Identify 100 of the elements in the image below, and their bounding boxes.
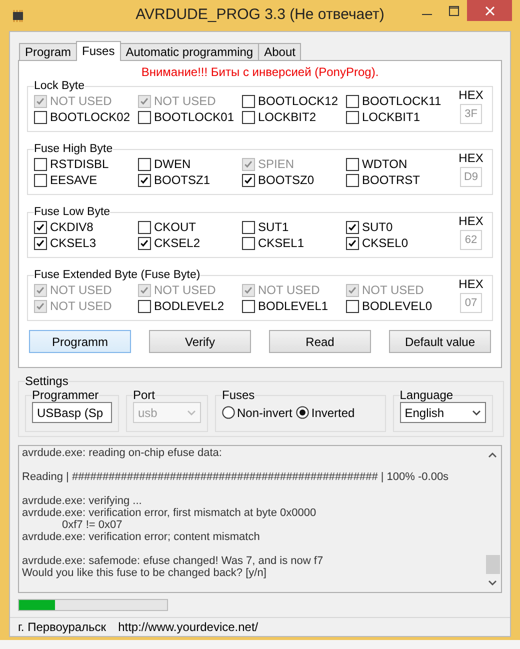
checkbox-label: BOOTLOCK01: [154, 110, 234, 124]
field-label: Programmer: [32, 388, 99, 402]
checkbox[interactable]: [346, 236, 359, 250]
checkbox[interactable]: [138, 110, 151, 124]
checkbox-label: CKDIV8: [50, 220, 94, 234]
checkbox[interactable]: [346, 220, 359, 234]
action-button[interactable]: Verify: [149, 330, 251, 353]
checkbox-label: CKSEL0: [362, 236, 408, 250]
dropdown[interactable]: USBasp (Sp: [32, 402, 112, 423]
checkbox[interactable]: [346, 158, 359, 170]
checkbox-label: CKSEL3: [50, 236, 96, 250]
checkbox[interactable]: [138, 174, 151, 186]
tab[interactable]: About: [258, 43, 302, 60]
field-label: Language: [400, 388, 454, 402]
checkbox[interactable]: [346, 110, 359, 124]
checkbox[interactable]: [34, 236, 47, 250]
checkbox-label: SUT1: [258, 220, 289, 234]
checkbox-label: BOOTSZ0: [258, 173, 314, 187]
hex-label: HEX: [458, 214, 484, 228]
checkbox[interactable]: [34, 174, 47, 186]
radio-label: Non-invert: [237, 406, 292, 420]
radio-label: Inverted: [311, 406, 355, 420]
checkbox-label: BOOTLOCK11: [362, 94, 442, 108]
checkbox-label: LOCKBIT1: [362, 110, 420, 124]
checkbox[interactable]: [242, 174, 255, 186]
checkbox[interactable]: [34, 158, 47, 170]
action-button[interactable]: Programm: [29, 330, 131, 353]
checkbox[interactable]: [138, 236, 151, 250]
maximize-icon: [448, 6, 458, 16]
checkbox[interactable]: [138, 158, 151, 170]
dropdown[interactable]: English: [400, 402, 486, 423]
checkbox[interactable]: [242, 236, 255, 250]
tab[interactable]: Fuses: [76, 41, 121, 61]
action-button[interactable]: Default value: [389, 330, 491, 353]
website-link[interactable]: http://www.yourdevice.net/: [118, 620, 258, 634]
checkbox-label: BODLEVEL0: [362, 299, 432, 313]
group-title: Fuse Low Byte: [34, 206, 110, 218]
log-line: avrdude.exe: verification error; content mismatch: [22, 531, 260, 543]
checkbox[interactable]: [242, 300, 255, 312]
checkbox-label: LOCKBIT2: [258, 110, 316, 124]
hex-label: HEX: [458, 88, 484, 102]
city-text: г. Первоуральск: [18, 620, 106, 634]
group-title: Fuse Extended Byte (Fuse Byte): [34, 269, 200, 281]
checkbox[interactable]: [242, 220, 255, 234]
checkbox[interactable]: [34, 220, 47, 234]
close-icon: [484, 6, 494, 16]
action-button[interactable]: Read: [269, 330, 371, 353]
field-label: Fuses: [222, 388, 255, 402]
checkbox-label: CKSEL2: [154, 236, 200, 250]
checkbox[interactable]: [346, 174, 359, 186]
scroll-thumb[interactable]: [486, 555, 500, 574]
checkbox[interactable]: [138, 300, 151, 312]
checkbox-label: NOT USED: [50, 283, 112, 297]
checkbox[interactable]: [242, 94, 255, 108]
checkbox-label: BOOTLOCK12: [258, 94, 338, 108]
checkbox-label: BODLEVEL2: [154, 299, 224, 313]
log-line: Would you like this fuse to be changed back? [y/n]: [22, 567, 266, 579]
checkbox-label: BOOTRST: [362, 173, 420, 187]
group-title: Settings: [25, 374, 68, 388]
checkbox-label: DWEN: [154, 157, 191, 171]
checkbox-label: SPIEN: [258, 157, 294, 171]
chip-icon: [10, 8, 26, 24]
checkbox-label: NOT USED: [362, 283, 424, 297]
checkbox-label: CKSEL1: [258, 236, 304, 250]
warning-text: Внимание!!! Биты с инверсией (PonyProg).: [141, 65, 379, 79]
checkbox-label: NOT USED: [50, 299, 112, 313]
chevron-down-icon[interactable]: [488, 580, 497, 586]
radio-button[interactable]: [296, 406, 310, 419]
chevron-down-icon: [472, 410, 481, 416]
checkbox-label: NOT USED: [50, 94, 112, 108]
window-title: AVRDUDE_PROG 3.3 (Не отвечает): [136, 6, 384, 23]
hex-label: HEX: [458, 277, 484, 291]
field-label: Port: [133, 388, 156, 402]
log-line: avrdude.exe: verification error, first mismatch at byte 0x0000: [22, 507, 316, 519]
checkbox-label: BOOTLOCK02: [50, 110, 130, 124]
checkbox-label: NOT USED: [258, 283, 320, 297]
checkbox-label: SUT0: [362, 220, 393, 234]
chevron-up-icon[interactable]: [488, 452, 497, 458]
checkbox-label: NOT USED: [154, 94, 216, 108]
radio-button[interactable]: [222, 406, 235, 419]
checkbox[interactable]: [346, 300, 359, 312]
checkbox[interactable]: [138, 220, 151, 234]
checkbox-label: CKOUT: [154, 220, 196, 234]
log-line: 0xf7 != 0x07: [62, 519, 122, 531]
log-line: avrdude.exe: reading on-chip efuse data:: [22, 447, 222, 459]
checkbox-label: NOT USED: [154, 283, 216, 297]
checkbox[interactable]: [346, 94, 359, 108]
checkbox-label: RSTDISBL: [50, 157, 109, 171]
checkbox-label: EESAVE: [50, 173, 98, 187]
tab[interactable]: Automatic programming: [120, 43, 260, 60]
checkbox[interactable]: [34, 110, 47, 124]
close-button[interactable]: [467, 0, 512, 21]
checkbox[interactable]: [242, 110, 255, 124]
checkbox-label: WDTON: [362, 157, 408, 171]
checkbox-label: BOOTSZ1: [154, 173, 210, 187]
group-title: Fuse High Byte: [34, 143, 113, 155]
chevron-down-icon: [187, 410, 196, 416]
tab[interactable]: Program: [19, 43, 78, 60]
log-line: avrdude.exe: verifying ...: [22, 495, 142, 507]
checkbox-label: BODLEVEL1: [258, 299, 328, 313]
